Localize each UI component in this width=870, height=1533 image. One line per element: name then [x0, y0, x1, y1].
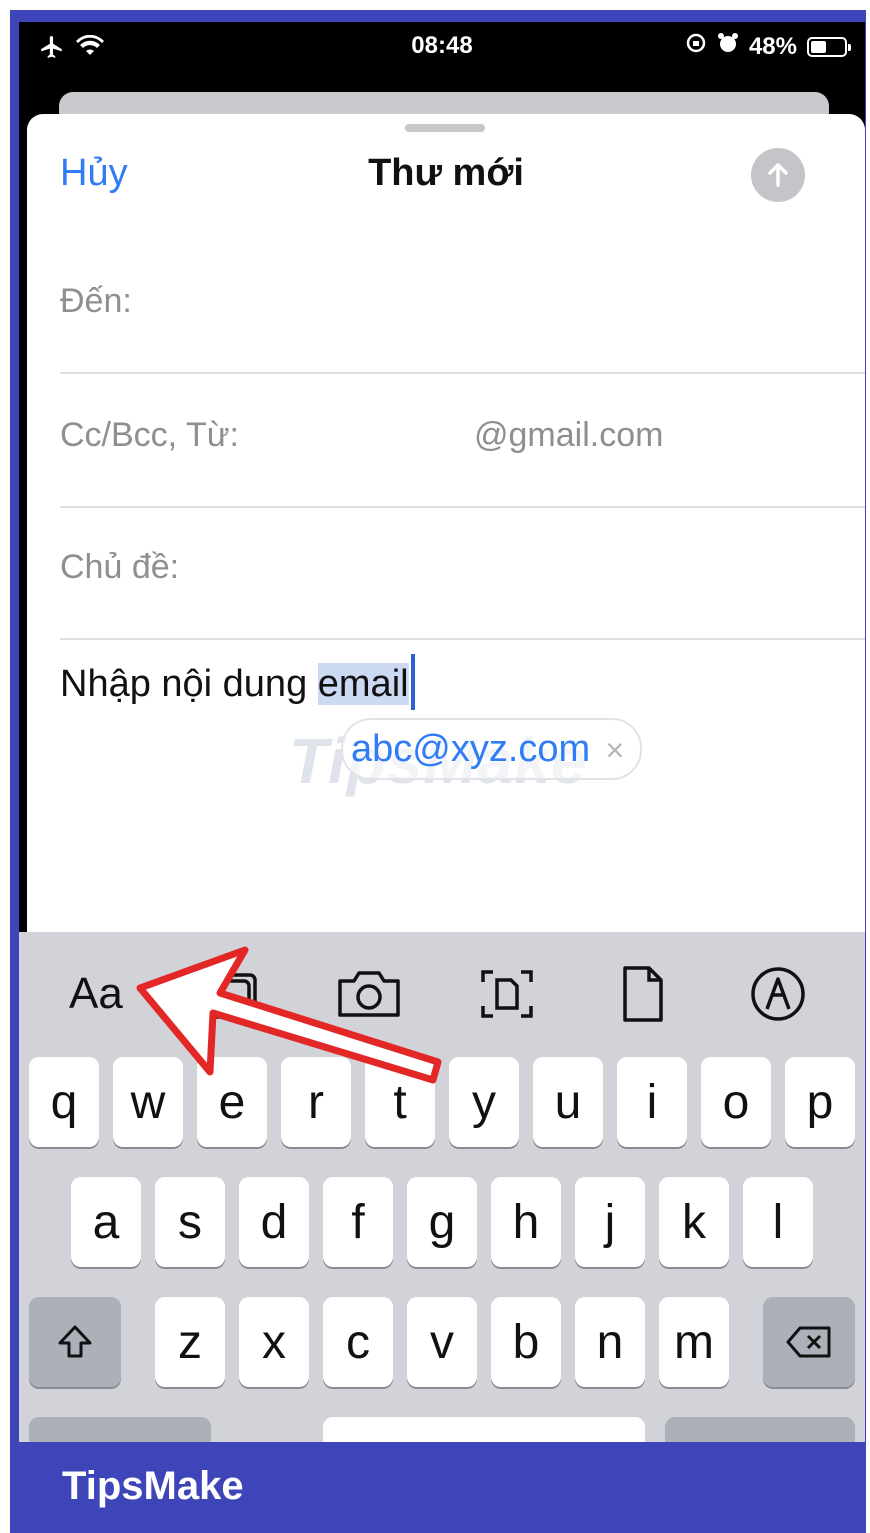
footer-banner: TipsMake: [10, 1442, 866, 1533]
compose-title: Thư mới: [368, 152, 524, 194]
from-address[interactable]: @gmail.com: [474, 416, 663, 455]
key-v[interactable]: v: [407, 1297, 477, 1387]
message-body[interactable]: Nhập nội dung email: [60, 654, 415, 710]
text-caret: [410, 654, 415, 710]
key-c[interactable]: c: [323, 1297, 393, 1387]
key-l[interactable]: l: [743, 1177, 813, 1267]
attach-file-icon[interactable]: [619, 962, 667, 1026]
suggestion-email: abc@xyz.com: [351, 728, 591, 770]
footer-brand: TipsMake: [62, 1464, 244, 1508]
key-s[interactable]: s: [155, 1177, 225, 1267]
battery-fill: [811, 40, 826, 53]
key-h[interactable]: h: [491, 1177, 561, 1267]
to-field[interactable]: Đến:: [60, 282, 132, 321]
key-k[interactable]: k: [659, 1177, 729, 1267]
key-o[interactable]: o: [701, 1057, 771, 1147]
shift-icon: [58, 1325, 92, 1358]
autocomplete-suggestion[interactable]: abc@xyz.com ×: [341, 718, 643, 780]
numbers-key[interactable]: [29, 1417, 211, 1442]
keyboard: Aa q w e r t y u i o p a s d f g h j k l…: [19, 932, 865, 1442]
key-u[interactable]: u: [533, 1057, 603, 1147]
phone-screen: 08:48 48% Hủy Thư mới Đến: Cc/Bcc, Từ: @…: [19, 22, 865, 1442]
photo-library-icon[interactable]: [197, 962, 261, 1026]
camera-icon[interactable]: [334, 962, 404, 1026]
divider: [60, 506, 865, 508]
markup-icon[interactable]: [749, 962, 807, 1026]
arrow-up-icon: [768, 163, 788, 187]
backspace-icon: [786, 1326, 831, 1358]
alarm-icon: [717, 32, 739, 61]
key-i[interactable]: i: [617, 1057, 687, 1147]
status-bar: 08:48 48%: [19, 22, 865, 82]
body-text: Nhập nội dung: [60, 663, 318, 705]
sheet-grabber[interactable]: [405, 124, 485, 132]
key-n[interactable]: n: [575, 1297, 645, 1387]
divider: [60, 638, 865, 640]
key-r[interactable]: r: [281, 1057, 351, 1147]
send-button[interactable]: [751, 148, 805, 202]
orientation-lock-icon: [685, 32, 707, 61]
format-button[interactable]: Aa: [69, 962, 123, 1026]
cc-bcc-from-field[interactable]: Cc/Bcc, Từ:: [60, 416, 239, 455]
subject-field[interactable]: Chủ đề:: [60, 548, 179, 587]
key-j[interactable]: j: [575, 1177, 645, 1267]
space-key[interactable]: [323, 1417, 645, 1442]
key-p[interactable]: p: [785, 1057, 855, 1147]
key-m[interactable]: m: [659, 1297, 729, 1387]
return-key[interactable]: [665, 1417, 855, 1442]
close-icon[interactable]: ×: [606, 732, 625, 769]
battery-percent: 48%: [748, 32, 797, 60]
divider: [60, 372, 865, 374]
battery-icon: [807, 36, 851, 57]
key-g[interactable]: g: [407, 1177, 477, 1267]
scan-document-icon[interactable]: [479, 962, 535, 1026]
key-z[interactable]: z: [155, 1297, 225, 1387]
key-w[interactable]: w: [113, 1057, 183, 1147]
key-t[interactable]: t: [365, 1057, 435, 1147]
key-q[interactable]: q: [29, 1057, 99, 1147]
selected-text: email: [317, 663, 409, 705]
key-b[interactable]: b: [491, 1297, 561, 1387]
delete-key[interactable]: [763, 1297, 855, 1387]
key-d[interactable]: d: [239, 1177, 309, 1267]
key-x[interactable]: x: [239, 1297, 309, 1387]
shift-key[interactable]: [29, 1297, 121, 1387]
key-f[interactable]: f: [323, 1177, 393, 1267]
key-a[interactable]: a: [71, 1177, 141, 1267]
key-y[interactable]: y: [449, 1057, 519, 1147]
key-e[interactable]: e: [197, 1057, 267, 1147]
